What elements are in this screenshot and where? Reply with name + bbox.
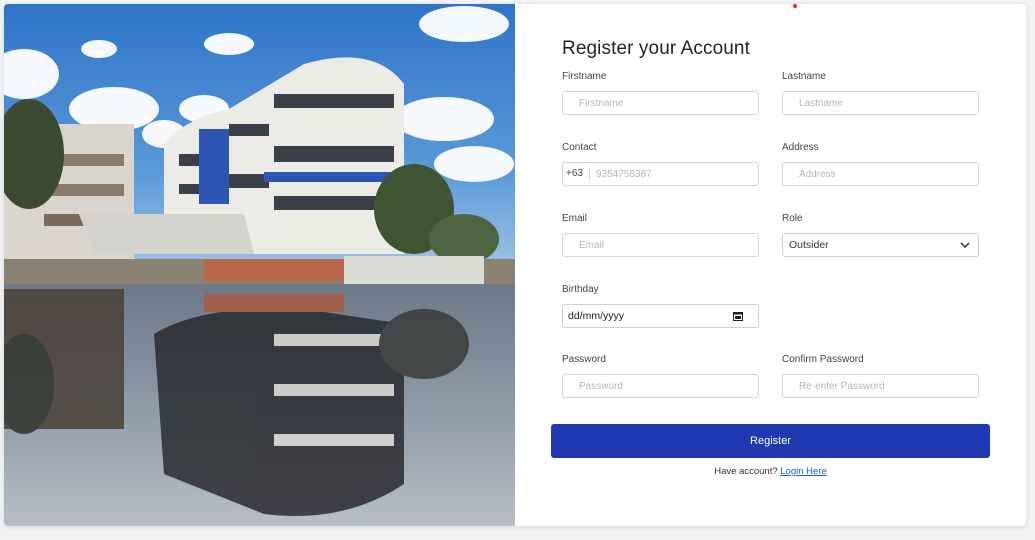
register-button[interactable]: Register <box>551 424 990 458</box>
contact-box: +63 <box>562 162 759 186</box>
campus-building-photo <box>4 4 515 526</box>
password-input[interactable] <box>563 375 758 397</box>
country-code-prefix: +63 <box>563 167 590 181</box>
have-account-text: Have account? <box>714 466 778 477</box>
email-group: Email <box>562 213 759 257</box>
login-prompt: Have account? Login Here <box>515 466 1026 477</box>
role-select[interactable]: Outsider <box>782 233 979 257</box>
contact-label: Contact <box>562 142 597 153</box>
birthday-label: Birthday <box>562 284 599 295</box>
confirm-password-label: Confirm Password <box>782 354 864 365</box>
lastname-box <box>782 91 979 115</box>
role-group: Role Outsider <box>782 213 979 257</box>
firstname-label: Firstname <box>562 71 607 82</box>
contact-input[interactable] <box>589 163 758 185</box>
firstname-input[interactable] <box>563 92 758 114</box>
password-label: Password <box>562 354 606 365</box>
chevron-down-icon <box>960 242 970 248</box>
confirm-password-group: Confirm Password <box>782 354 979 398</box>
role-selected-value: Outsider <box>789 239 829 251</box>
register-card: Register your Account Firstname Lastname… <box>4 4 1026 526</box>
confirm-password-box <box>782 374 979 398</box>
lastname-group: Lastname <box>782 71 979 115</box>
email-label: Email <box>562 213 588 224</box>
email-box <box>562 233 759 257</box>
page-title: Register your Account <box>562 38 750 59</box>
role-label: Role <box>782 213 803 224</box>
address-label: Address <box>782 142 819 153</box>
calendar-icon[interactable] <box>733 311 743 321</box>
address-box <box>782 162 979 186</box>
firstname-group: Firstname <box>562 71 759 115</box>
password-group: Password <box>562 354 759 398</box>
lastname-label: Lastname <box>782 71 826 82</box>
firstname-box <box>562 91 759 115</box>
contact-group: Contact +63 <box>562 142 759 186</box>
email-input[interactable] <box>563 234 758 256</box>
indicator-dot <box>793 4 797 8</box>
address-input[interactable] <box>783 163 978 185</box>
birthday-value: dd/mm/yyyy <box>568 310 625 322</box>
confirm-password-input[interactable] <box>783 375 978 397</box>
birthday-input[interactable]: dd/mm/yyyy <box>562 304 759 328</box>
lastname-input[interactable] <box>783 92 978 114</box>
registration-form: Register your Account Firstname Lastname… <box>515 4 1026 526</box>
password-box <box>562 374 759 398</box>
birthday-group: Birthday dd/mm/yyyy <box>562 284 759 328</box>
address-group: Address <box>782 142 979 186</box>
login-link[interactable]: Login Here <box>780 466 826 477</box>
